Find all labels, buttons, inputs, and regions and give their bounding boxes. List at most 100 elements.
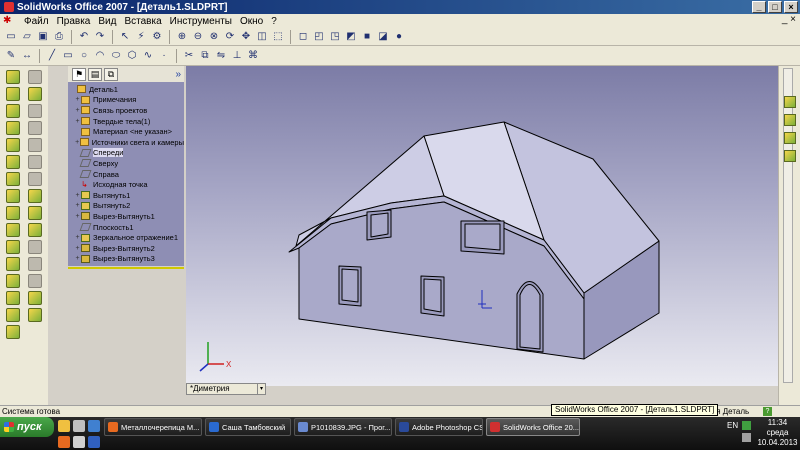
menu-help[interactable]: ? — [267, 16, 281, 27]
maximize-button[interactable]: □ — [768, 1, 782, 13]
ellipse-icon[interactable]: ⬭ — [109, 49, 123, 63]
fillet-icon[interactable] — [6, 172, 20, 186]
file-explorer-icon[interactable] — [784, 132, 796, 144]
expand-toggle-icon[interactable]: + — [74, 96, 81, 103]
tree-item[interactable]: + Примечания — [68, 95, 184, 106]
sketch-tool-icon[interactable] — [28, 70, 42, 84]
move-tool-icon[interactable] — [28, 257, 42, 271]
task-button-photoshop[interactable]: Adobe Photoshop CS... — [395, 418, 483, 436]
expand-toggle-icon[interactable]: + — [74, 255, 81, 262]
revolved-cut-icon[interactable] — [6, 155, 20, 169]
print-icon[interactable]: ⎙ — [52, 30, 66, 44]
language-indicator[interactable]: EN — [727, 421, 738, 430]
resources-icon[interactable] — [784, 96, 796, 108]
mirror-tool-icon[interactable] — [28, 223, 42, 237]
zoom-in-out-icon[interactable]: ⊗ — [207, 30, 221, 44]
expand-toggle-icon[interactable]: + — [74, 118, 81, 125]
tray-network-icon[interactable] — [742, 421, 751, 430]
extruded-cut-icon[interactable] — [6, 138, 20, 152]
repair-sketch-icon[interactable]: ⌘ — [246, 49, 260, 63]
view-orientation-box[interactable]: *Диметрия ▾ — [186, 383, 266, 395]
graphics-viewport[interactable]: X — [186, 66, 778, 386]
expand-toggle-icon[interactable]: + — [74, 107, 81, 114]
relations-icon[interactable]: ⊥ — [230, 49, 244, 63]
trim-tool-icon[interactable] — [28, 172, 42, 186]
line-icon[interactable]: ╱ — [45, 49, 59, 63]
quicklaunch-mail-icon[interactable] — [73, 436, 85, 448]
options-icon[interactable]: ⚙ — [150, 30, 164, 44]
wireframe-icon[interactable]: ◻ — [296, 30, 310, 44]
view-dropdown-icon[interactable]: ▾ — [257, 384, 265, 394]
tree-item[interactable]: + Зеркальное отражение1 — [68, 232, 184, 243]
revolved-boss-icon[interactable] — [6, 87, 20, 101]
rebuild-icon[interactable]: ⚡ — [134, 30, 148, 44]
tree-item[interactable]: Спереди — [68, 148, 184, 159]
hole-wizard-icon[interactable] — [6, 257, 20, 271]
quicklaunch-folder-icon[interactable] — [58, 420, 70, 432]
tree-item[interactable]: + Вытянуть1 — [68, 190, 184, 201]
tree-item[interactable]: + Связь проектов — [68, 105, 184, 116]
start-button[interactable]: пуск — [0, 417, 54, 437]
open-icon[interactable]: ▱ — [20, 30, 34, 44]
task-button-metallocherepitsa[interactable]: Металлочерепица М... — [104, 418, 202, 436]
expand-toggle-icon[interactable]: + — [74, 213, 81, 220]
hidden-lines-visible-icon[interactable]: ◰ — [312, 30, 326, 44]
redo-icon[interactable]: ↷ — [93, 30, 107, 44]
tree-item[interactable]: Деталь1 — [68, 84, 184, 95]
chamfer-icon[interactable] — [6, 189, 20, 203]
quicklaunch-media-icon[interactable] — [88, 436, 100, 448]
shaded-edges-icon[interactable]: ◩ — [344, 30, 358, 44]
task-button-image-viewer[interactable]: P1010839.JPG - Прог... — [294, 418, 392, 436]
expand-panel-icon[interactable]: » — [175, 69, 181, 80]
clock[interactable]: 11:34 среда 10.04.2013 — [755, 418, 800, 448]
menu-tools[interactable]: Инструменты — [166, 16, 236, 27]
offset-entities-icon[interactable] — [28, 206, 42, 220]
circle-icon[interactable]: ○ — [77, 49, 91, 63]
quicklaunch-firefox-icon[interactable] — [58, 436, 70, 448]
configuration-manager-tab-icon[interactable]: ⧉ — [104, 67, 118, 81]
tree-item[interactable]: + Вытянуть2 — [68, 201, 184, 212]
menu-file[interactable]: Файл — [20, 16, 53, 27]
arc-icon[interactable]: ◠ — [93, 49, 107, 63]
task-button-solidworks[interactable]: SolidWorks Office 20... — [486, 418, 580, 436]
shadows-icon[interactable]: ◪ — [376, 30, 390, 44]
property-manager-tab-icon[interactable]: ▤ — [88, 67, 102, 81]
tree-item[interactable]: + Вырез-Вытянуть1 — [68, 211, 184, 222]
view-orientation-icon[interactable]: ⬚ — [271, 30, 285, 44]
expand-toggle-icon[interactable]: + — [74, 192, 81, 199]
tree-item[interactable]: + Источники света и камеры — [68, 137, 184, 148]
task-button-sasha-tambovsky[interactable]: Саша Тамбовский — [205, 418, 291, 436]
zoom-area-icon[interactable]: ⊖ — [191, 30, 205, 44]
trim-icon[interactable]: ✂ — [182, 49, 196, 63]
menu-edit[interactable]: Правка — [53, 16, 95, 27]
shaded-icon[interactable]: ■ — [360, 30, 374, 44]
feature-tree-tab-icon[interactable]: ⚑ — [72, 67, 86, 81]
tray-volume-icon[interactable] — [742, 433, 751, 442]
tree-item[interactable]: + Вырез-Вытянуть3 — [68, 254, 184, 265]
mirror-feature-icon[interactable] — [6, 308, 20, 322]
rectangle-icon[interactable]: ▭ — [61, 49, 75, 63]
select-icon[interactable]: ↖ — [118, 30, 132, 44]
spline-tool-icon[interactable] — [28, 155, 42, 169]
realview-icon[interactable]: ● — [392, 30, 406, 44]
extruded-boss-icon[interactable] — [6, 70, 20, 84]
quick-snaps-icon[interactable] — [28, 308, 42, 322]
section-view-icon[interactable]: ◫ — [255, 30, 269, 44]
mirror-entities-icon[interactable]: ⇋ — [214, 49, 228, 63]
menu-view[interactable]: Вид — [94, 16, 120, 27]
expand-toggle-icon[interactable]: + — [74, 202, 81, 209]
document-window-controls[interactable]: _ × — [782, 14, 796, 25]
tree-item[interactable]: Материал <не указан> — [68, 126, 184, 137]
pan-icon[interactable]: ✥ — [239, 30, 253, 44]
expand-toggle-icon[interactable]: + — [74, 234, 81, 241]
tree-item[interactable]: Справа — [68, 169, 184, 180]
rib-icon[interactable] — [6, 206, 20, 220]
rotate-icon[interactable]: ⟳ — [223, 30, 237, 44]
save-icon[interactable]: ▣ — [36, 30, 50, 44]
circular-pattern-icon[interactable] — [6, 291, 20, 305]
offset-icon[interactable]: ⧉ — [198, 49, 212, 63]
undo-icon[interactable]: ↶ — [77, 30, 91, 44]
spline-icon[interactable]: ∿ — [141, 49, 155, 63]
new-icon[interactable]: ▭ — [4, 30, 18, 44]
tree-item[interactable]: + Твердые тела(1) — [68, 116, 184, 127]
